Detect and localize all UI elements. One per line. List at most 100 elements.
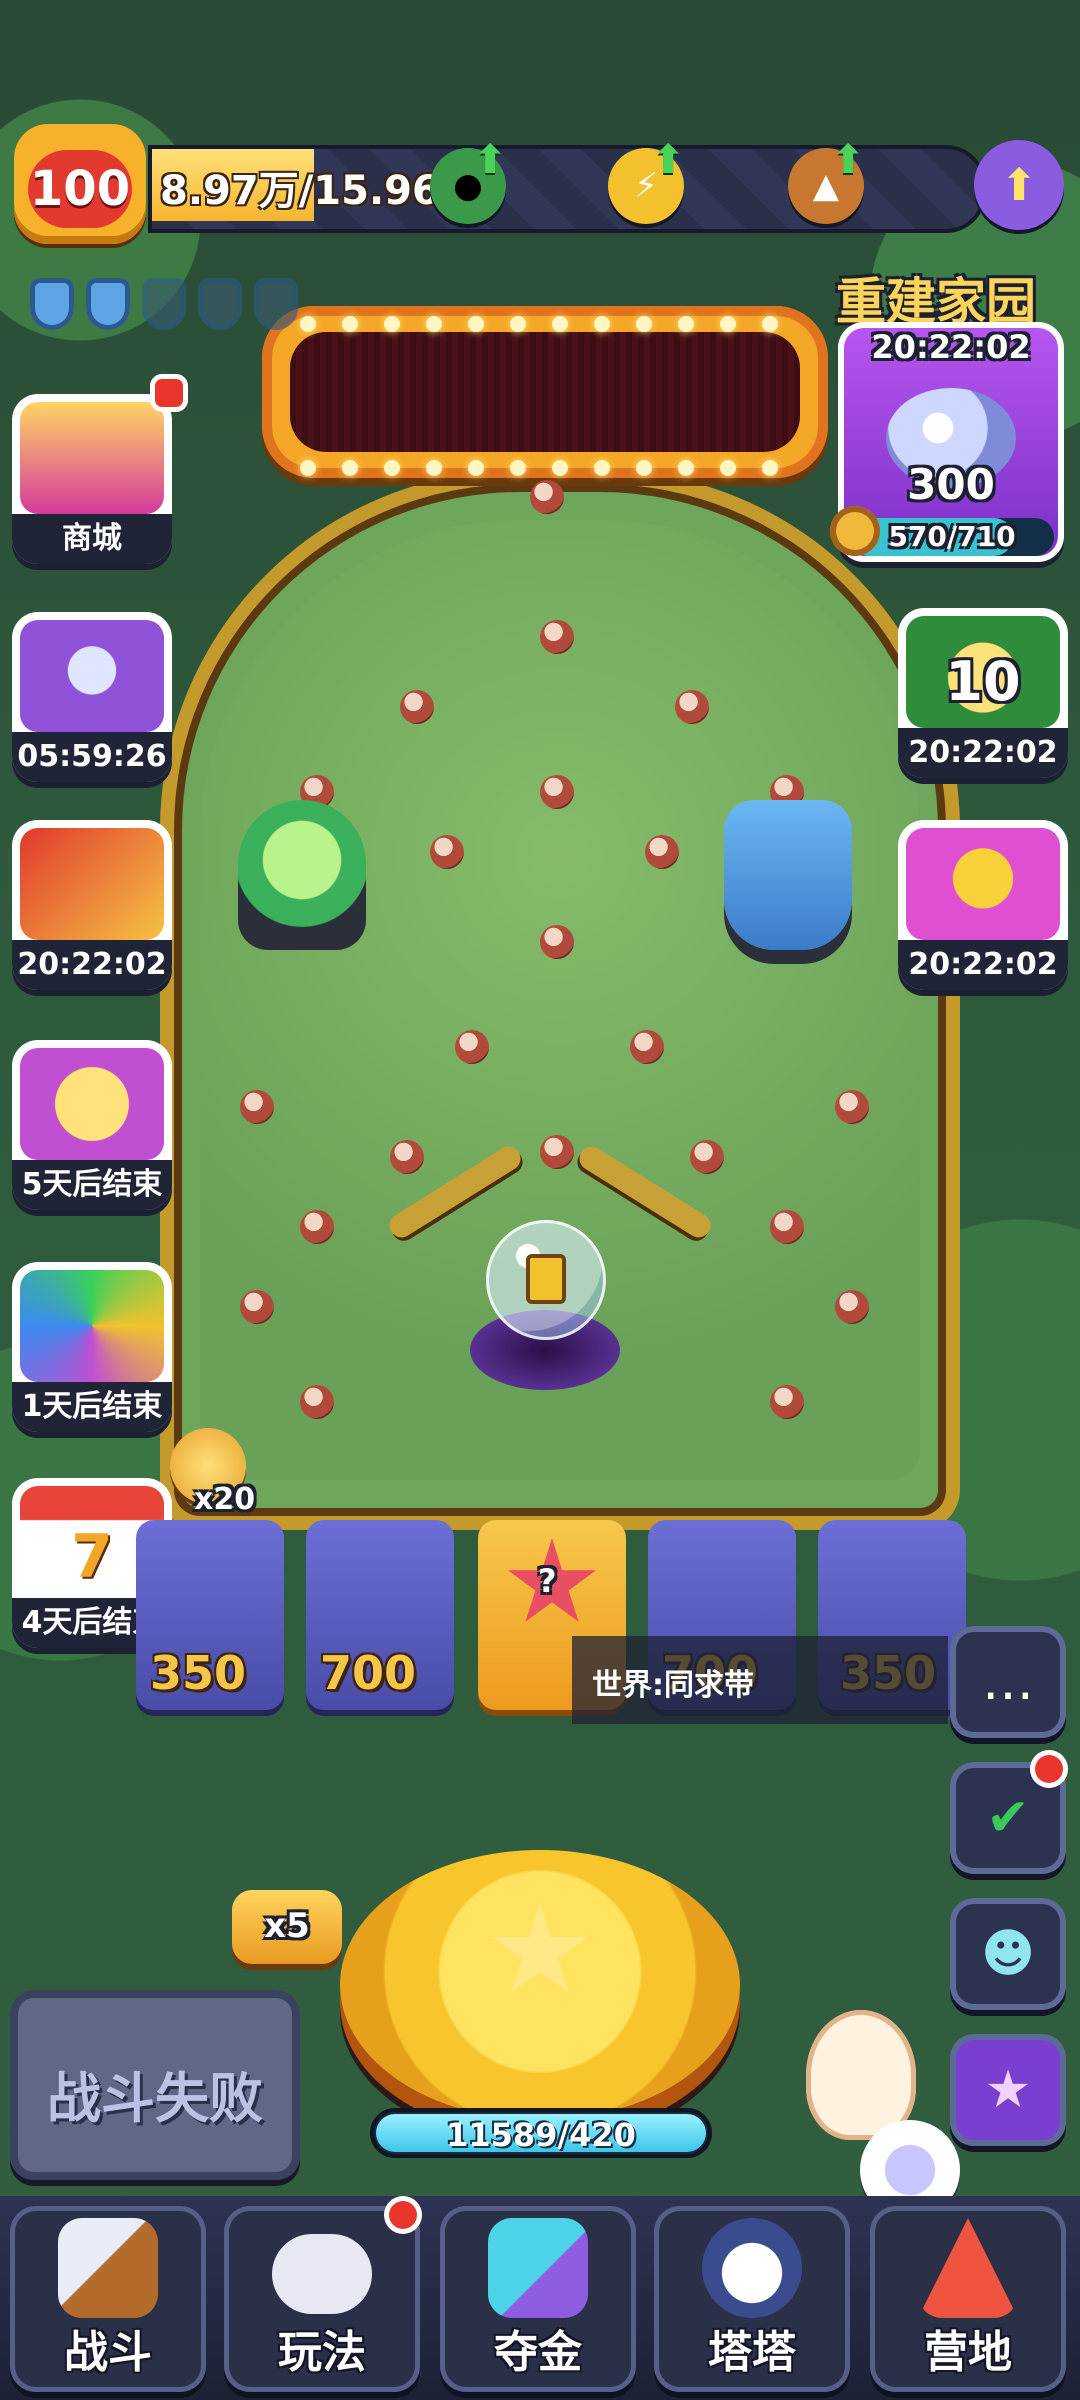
- marquee-bulb: [636, 316, 652, 332]
- peg: [300, 1385, 334, 1419]
- marquee-bulb: [426, 460, 442, 476]
- marquee-bulb: [552, 460, 568, 476]
- panel-label: 20:22:02: [898, 728, 1068, 778]
- nav-tab-play[interactable]: 玩法: [224, 2206, 420, 2392]
- peg: [770, 1385, 804, 1419]
- marquee-bulb: [678, 460, 694, 476]
- nav-label: 夺金: [494, 2327, 582, 2378]
- panel-label: 5天后结束: [12, 1160, 172, 1210]
- trophy-number: 10: [945, 650, 1021, 713]
- shield-icon: [86, 278, 130, 330]
- upgrade-arrow-icon: ⬆: [473, 137, 507, 183]
- peg: [400, 690, 434, 724]
- green-star-bumper: [238, 800, 366, 950]
- slot-value: 350: [150, 1646, 247, 1700]
- marquee-bulb: [468, 460, 484, 476]
- peg: [240, 1090, 274, 1124]
- multiplier-text: x5: [264, 1906, 310, 1946]
- peg: [770, 1210, 804, 1244]
- marquee-bulb: [426, 316, 442, 332]
- nav-tab-battle[interactable]: 战斗: [10, 2206, 206, 2392]
- marquee-bulb: [552, 316, 568, 332]
- trophy-icon: 10: [906, 616, 1060, 728]
- peg: [530, 480, 564, 514]
- panel-label: 1天后结束: [12, 1382, 172, 1432]
- peg: [645, 835, 679, 869]
- coin-count: x20: [194, 1482, 256, 1517]
- nav-tab-camp[interactable]: 营地: [870, 2206, 1066, 2392]
- upgrade-arrow-icon: ⬆: [651, 137, 685, 183]
- peg: [540, 620, 574, 654]
- marquee-bulb: [510, 316, 526, 332]
- world-chat-text: 世界:同求带: [592, 1668, 754, 1703]
- marquee-bulb: [594, 460, 610, 476]
- dice-icon: [488, 2218, 588, 2318]
- launch-progress-text: 11589/420: [446, 2116, 636, 2154]
- marquee-bulb: [384, 460, 400, 476]
- marquee-bulb: [300, 316, 316, 332]
- cat-coin-icon: [906, 828, 1060, 940]
- purple-arrow-upgrade-icon[interactable]: ⬆: [974, 140, 1064, 230]
- peg: [690, 1140, 724, 1174]
- peg: [835, 1090, 869, 1124]
- mystery-mark: ?: [538, 1562, 557, 1600]
- peg: [455, 1030, 489, 1064]
- rebuild-progress-text: 570/710: [888, 520, 1016, 553]
- shop-basket-icon: [20, 402, 164, 514]
- nav-tab-tata[interactable]: 塔塔: [654, 2206, 850, 2392]
- peg: [675, 690, 709, 724]
- marquee-bulb: [384, 316, 400, 332]
- shield-icon: [30, 278, 74, 330]
- bird-event-panel[interactable]: 20:22:02: [12, 820, 172, 990]
- crossed-swords-icon: [58, 2218, 158, 2318]
- panel-label: 20:22:02: [898, 940, 1068, 990]
- trophy-panel[interactable]: 10 20:22:02: [898, 608, 1068, 778]
- peg: [430, 835, 464, 869]
- upgrade-arrow-icon: ⬆: [831, 137, 865, 183]
- shop-panel[interactable]: 商城: [12, 394, 172, 564]
- panel-label: 20:22:02: [12, 940, 172, 990]
- marquee-bulb: [594, 316, 610, 332]
- tent-icon: [918, 2218, 1018, 2318]
- panel-label: 商城: [12, 514, 172, 564]
- cat-mascot-icon: [702, 2218, 802, 2318]
- panel-label: 05:59:26: [12, 732, 172, 782]
- nav-label: 营地: [924, 2327, 1012, 2378]
- friends-icon[interactable]: ☻: [950, 1898, 1066, 2010]
- marquee-screen: [290, 332, 800, 452]
- peg: [390, 1140, 424, 1174]
- nav-label: 塔塔: [708, 2327, 796, 2378]
- marquee-bulb: [720, 316, 736, 332]
- launch-button[interactable]: [340, 1850, 740, 2120]
- screw-icon: [830, 506, 880, 556]
- gem-pack-icon: [20, 620, 164, 732]
- peg: [540, 925, 574, 959]
- bird-icon: [20, 828, 164, 940]
- battle-fail-text: 战斗失败: [47, 2067, 263, 2130]
- checklist-badge-icon: [1030, 1750, 1068, 1788]
- cat-coin-panel[interactable]: 20:22:02: [898, 820, 1068, 990]
- gem-pack-panel[interactable]: 05:59:26: [12, 612, 172, 782]
- play-badge-icon: [384, 2196, 422, 2234]
- marquee-bulb: [678, 316, 694, 332]
- cat-gold-panel[interactable]: 5天后结束: [12, 1040, 172, 1210]
- shield-icon: [254, 278, 298, 330]
- shield-icon: [142, 278, 186, 330]
- peg: [300, 1210, 334, 1244]
- gold-cats-icon: [20, 1048, 164, 1160]
- peg: [835, 1290, 869, 1324]
- peg: [540, 1135, 574, 1169]
- chat-icon[interactable]: …: [950, 1626, 1066, 1738]
- rebuild-amount: 300: [907, 460, 995, 509]
- marquee-bulb: [636, 460, 652, 476]
- wheel-panel[interactable]: 1天后结束: [12, 1262, 172, 1432]
- rebuild-timer: 20:22:02: [871, 328, 1031, 366]
- marquee-bulb: [762, 460, 778, 476]
- marquee-bulb: [342, 316, 358, 332]
- marquee-bulb: [510, 460, 526, 476]
- peg: [630, 1030, 664, 1064]
- nav-label: 玩法: [278, 2327, 366, 2378]
- star-badge-icon[interactable]: ★: [950, 2034, 1066, 2146]
- nav-tab-gold[interactable]: 夺金: [440, 2206, 636, 2392]
- gift-bubble: [486, 1220, 606, 1340]
